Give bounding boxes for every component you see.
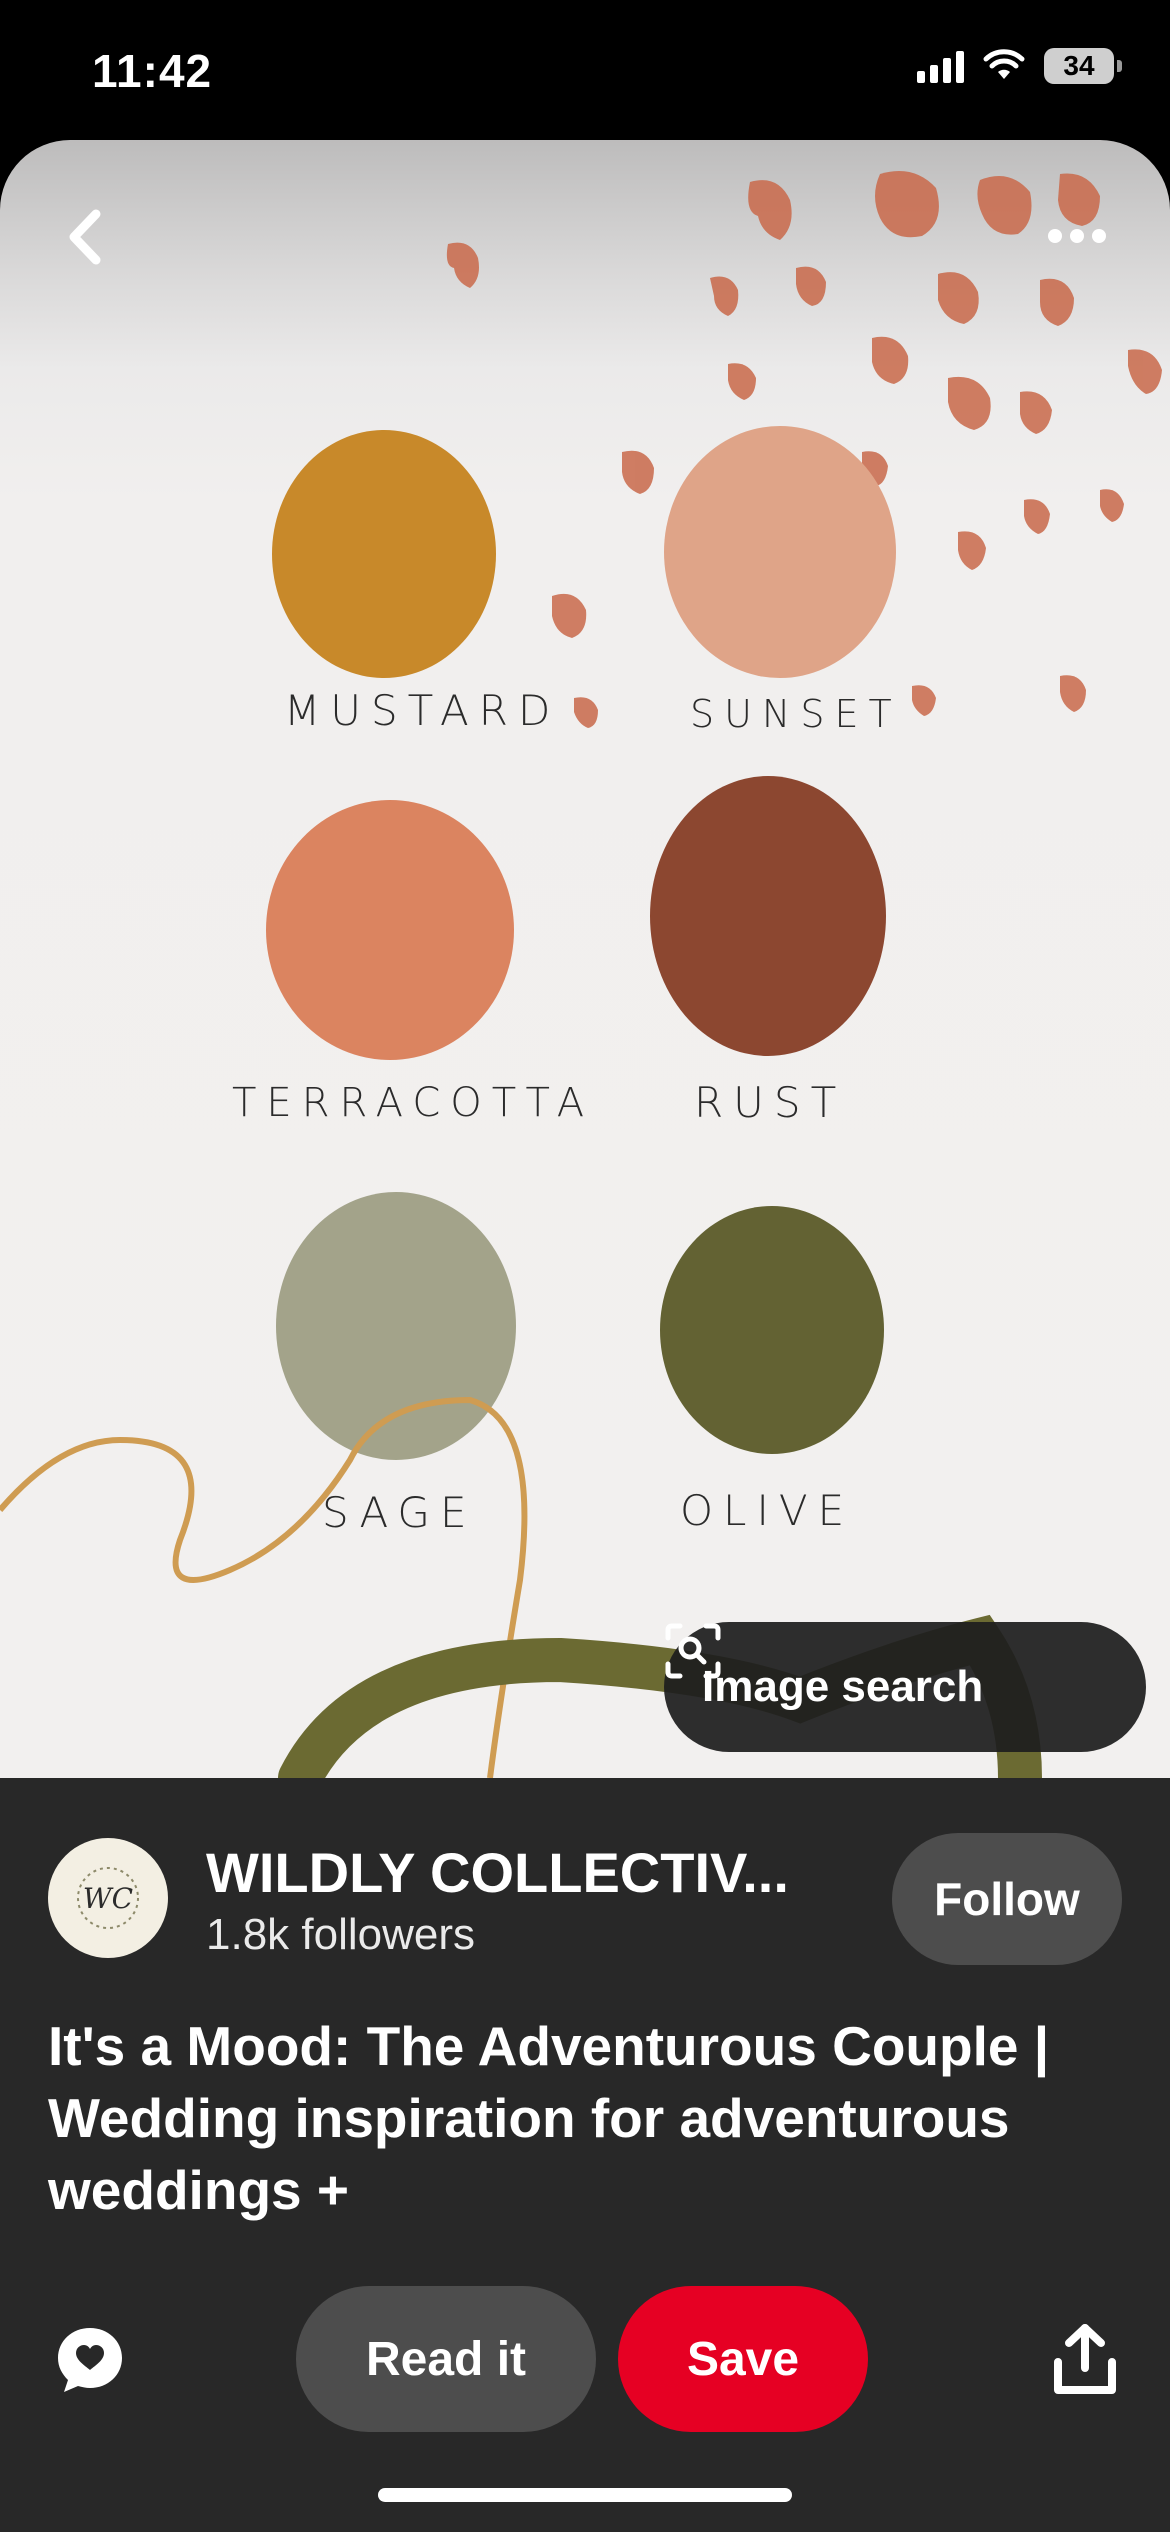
- swatch-sage: [276, 1192, 516, 1460]
- comment-button[interactable]: [54, 2324, 126, 2396]
- cellular-signal-icon: [917, 49, 964, 83]
- pin-details-panel: WC WILDLY COLLECTIV... 1.8k followers Fo…: [0, 1778, 1170, 2532]
- share-button[interactable]: [1052, 2322, 1118, 2398]
- read-it-button[interactable]: Read it: [296, 2286, 596, 2432]
- creator-name[interactable]: WILDLY COLLECTIV...: [206, 1840, 789, 1905]
- back-button[interactable]: [58, 202, 118, 272]
- battery-icon: 34: [1044, 48, 1122, 84]
- follower-count: 1.8k followers: [206, 1910, 476, 1959]
- follow-button[interactable]: Follow: [892, 1833, 1122, 1965]
- color-palette-illustration: [0, 171, 1162, 1778]
- pin-title: It's a Mood: The Adventurous Couple | We…: [48, 2015, 1050, 2221]
- more-options-icon[interactable]: [1048, 216, 1118, 256]
- swatch-label-mustard: MUSTARD: [284, 686, 561, 735]
- status-time: 11:42: [92, 45, 213, 97]
- comment-heart-icon: [58, 2328, 122, 2392]
- swatch-terracotta: [266, 800, 514, 1060]
- thread-line: [0, 1396, 528, 1778]
- status-icons: 34: [917, 48, 1122, 84]
- svg-text:WC: WC: [83, 1882, 133, 1915]
- swatch-mustard: [272, 430, 496, 678]
- wc-logo-icon: WC: [77, 1867, 139, 1929]
- home-indicator[interactable]: [378, 2488, 792, 2502]
- swatch-sunset: [664, 426, 896, 678]
- swatch-olive: [660, 1206, 884, 1454]
- image-search-button[interactable]: Image search: [664, 1622, 1146, 1752]
- swatch-label-terracotta: TERRACOTTA: [232, 1080, 595, 1126]
- share-upload-icon: [1054, 2324, 1116, 2394]
- status-bar: 11:42 34: [0, 0, 1170, 140]
- swatch-rust: [650, 776, 886, 1056]
- save-button[interactable]: Save: [618, 2286, 868, 2432]
- visual-search-icon: [665, 1623, 721, 1679]
- creator-avatar[interactable]: WC: [48, 1838, 168, 1958]
- wifi-icon: [983, 49, 1025, 79]
- swatch-label-sunset: SUNSET: [690, 692, 902, 736]
- swatch-label-sage: SAGE: [322, 1488, 477, 1537]
- swatch-label-olive: OLIVE: [680, 1486, 855, 1535]
- action-row: Read it Save: [0, 2286, 1170, 2434]
- pin-image[interactable]: MUSTARD SUNSET TERRACOTTA RUST SAGE OLIV…: [0, 140, 1170, 1778]
- swatch-label-rust: RUST: [694, 1078, 847, 1127]
- image-search-label: Image search: [702, 1662, 984, 1711]
- chevron-left-icon: [69, 209, 101, 265]
